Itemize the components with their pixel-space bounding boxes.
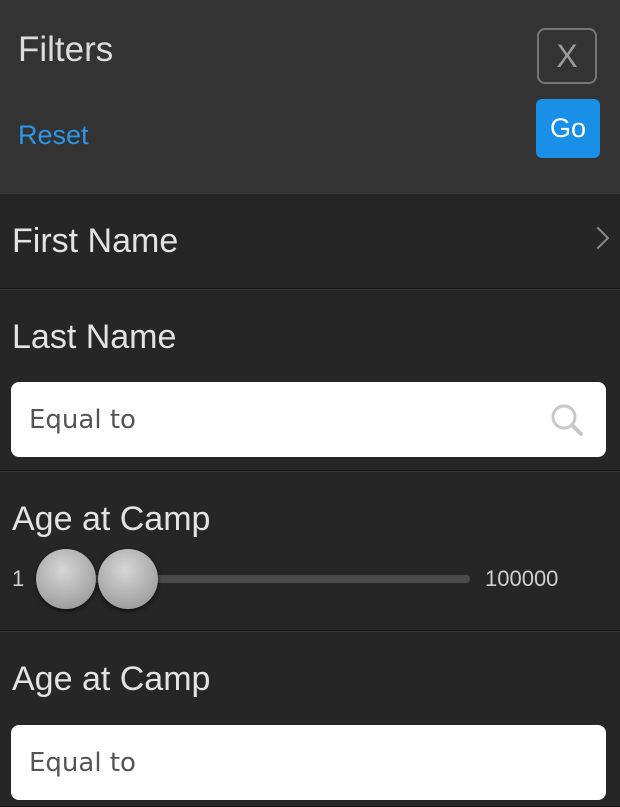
last-name-input[interactable] (11, 382, 606, 457)
close-button[interactable]: X (537, 28, 597, 84)
close-icon: X (556, 37, 578, 74)
filter-row-last-name: Last Name (0, 289, 620, 471)
slider-min-label: 1 (12, 566, 25, 591)
search-icon[interactable] (550, 403, 584, 437)
age-slider-label: Age at Camp (12, 500, 211, 538)
filter-row-age-input: Age at Camp (0, 631, 620, 807)
filter-row-age-slider: Age at Camp (0, 471, 620, 631)
filter-row-first-name[interactable]: First Name (0, 193, 620, 289)
last-name-label: Last Name (12, 318, 177, 356)
first-name-label: First Name (12, 222, 179, 260)
filters-header: Filters Reset X Go (0, 0, 620, 194)
age-input-label: Age at Camp (12, 660, 211, 698)
reset-link[interactable]: Reset (18, 120, 89, 151)
age-slider-thumb-low[interactable] (36, 549, 96, 609)
chevron-right-icon (586, 226, 610, 250)
age-input[interactable] (11, 725, 606, 800)
slider-max-label: 100000 (485, 566, 559, 591)
age-slider-thumb-high[interactable] (98, 549, 158, 609)
go-button[interactable]: Go (536, 99, 600, 158)
page-title: Filters (18, 30, 114, 69)
